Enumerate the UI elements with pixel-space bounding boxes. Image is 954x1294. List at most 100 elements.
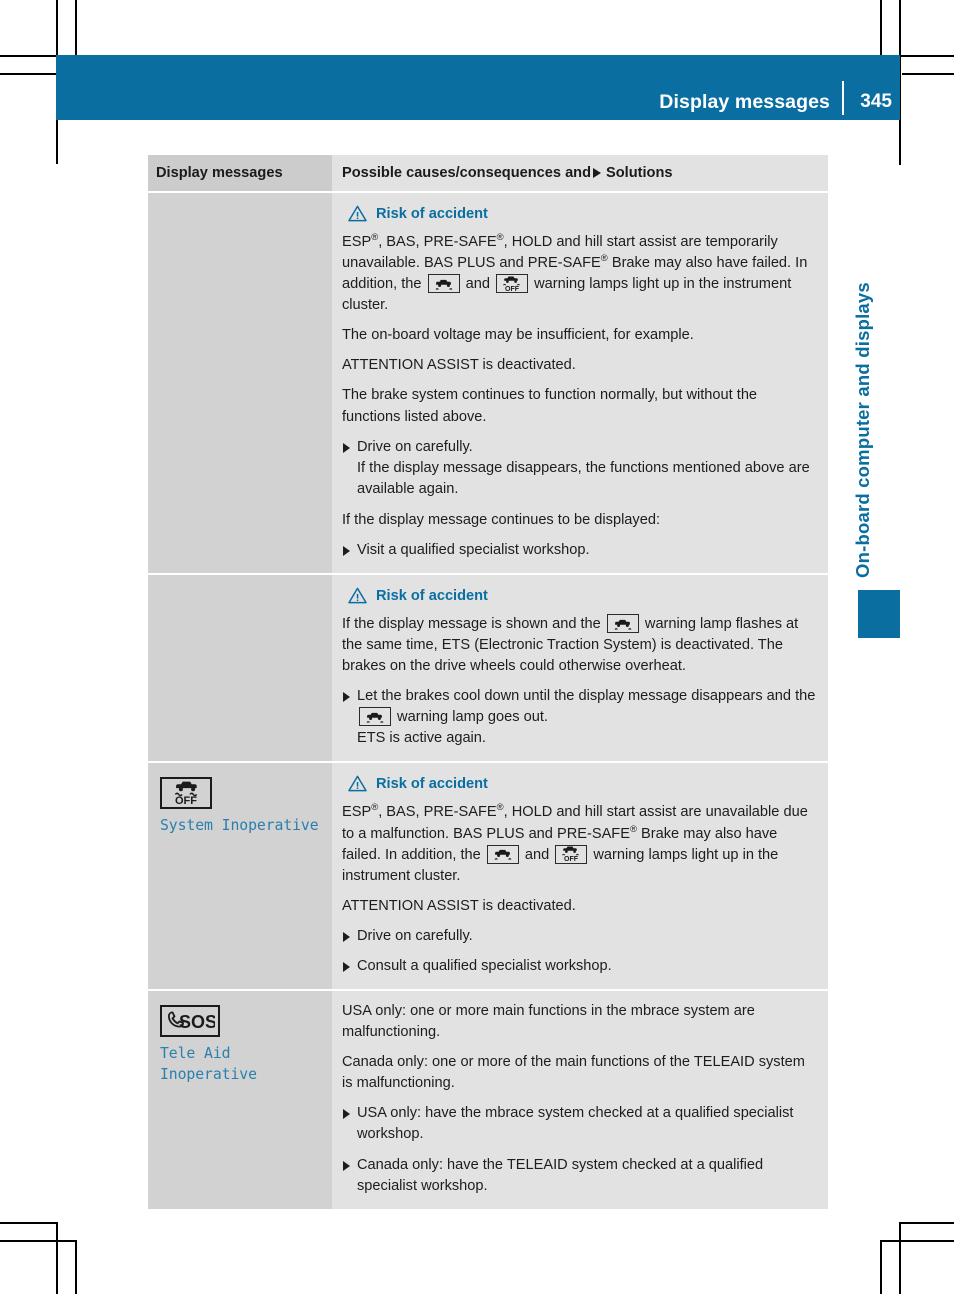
t: and <box>520 846 554 863</box>
t: If the display message is shown and the <box>342 616 605 633</box>
t: If the display message disappears, the f… <box>357 459 810 497</box>
row2-bullet-1: Let the brakes cool down until the displ… <box>342 686 818 749</box>
bullet-text: Canada only: have the TELEAID system che… <box>357 1156 764 1194</box>
row1-paragraph-2: The on-board voltage may be insufficient… <box>342 327 694 344</box>
bullet-text: Drive on carefully. <box>357 927 473 944</box>
crop-mark-bl-v2 <box>75 1240 77 1294</box>
row3-bullet-2: Consult a qualified specialist workshop. <box>342 956 818 977</box>
t: and <box>461 276 495 293</box>
registered-mark: ® <box>629 823 637 835</box>
t: , BAS, PRE-SAFE <box>378 234 497 250</box>
sos-glyph: SOS <box>168 1011 215 1032</box>
esp-off-warning-lamp-icon: OFF <box>555 844 588 864</box>
t: ESP <box>342 234 372 250</box>
table-header-cell-left: Display messages <box>148 155 332 191</box>
warning-triangle-icon <box>348 587 367 604</box>
table-row: Risk of accident ESP®, BAS, PRE-SAFE®, H… <box>148 193 828 574</box>
warning-triangle-icon <box>348 205 367 222</box>
page-title: Display messages <box>659 91 830 113</box>
crop-mark-br-h2 <box>880 1240 954 1242</box>
chapter-label: On-board computer and displays <box>852 282 873 578</box>
bullet-text: USA only: have the mbrace system checked… <box>357 1105 794 1143</box>
svg-text:OFF: OFF <box>505 286 520 292</box>
display-messages-table: Display messages Possible causes/consequ… <box>148 155 828 1209</box>
row4-bullet-1: USA only: have the mbrace system checked… <box>342 1103 818 1145</box>
t: warning lamp goes out. <box>393 709 548 726</box>
esp-off-display-icon: OFF <box>160 777 212 810</box>
bullet-text: Consult a qualified specialist workshop. <box>357 957 612 974</box>
t: ESP <box>342 804 372 821</box>
bullet-triangle-icon <box>343 1160 350 1171</box>
row2-content-cell: Risk of accident If the display message … <box>332 575 828 762</box>
crop-mark-br-h <box>900 1222 954 1224</box>
warning-heading-text: Risk of accident <box>376 205 488 222</box>
table-row: Risk of accident If the display message … <box>148 575 828 762</box>
esp-off-glyph: OFF <box>174 782 197 806</box>
crop-mark-tr-h2 <box>902 73 954 75</box>
registered-mark: ® <box>496 802 504 814</box>
warning-triangle-icon <box>348 776 367 792</box>
row4-paragraph-1: USA only: one or more main functions in … <box>342 1003 755 1041</box>
bullet-triangle-icon <box>343 1109 350 1120</box>
row3-paragraph-1: ESP®, BAS, PRE-SAFE®, HOLD and hill star… <box>342 802 818 886</box>
chapter-tab-marker <box>858 590 900 638</box>
warning-heading: Risk of accident <box>348 775 818 792</box>
t: Tele Aid <box>160 1045 231 1063</box>
column-header-causes: Possible causes/consequences and <box>342 165 592 181</box>
t: , BAS, PRE-SAFE <box>378 804 497 821</box>
row3-paragraph-2: ATTENTION ASSIST is deactivated. <box>342 897 576 914</box>
crop-mark-br-v2 <box>899 1222 901 1294</box>
crop-mark-bl-v <box>56 1222 58 1294</box>
manual-page: Display messages 345 On-board computer a… <box>0 0 954 1294</box>
row4-message-cell: SOS Tele Aid Inoperative <box>148 991 332 1209</box>
row4-display-message: Tele Aid Inoperative <box>160 1043 320 1085</box>
bullet-triangle-icon <box>343 931 350 942</box>
row4-paragraph-2: Canada only: one or more of the main fun… <box>342 1054 805 1092</box>
warning-heading-text: Risk of accident <box>376 587 488 604</box>
column-header-solutions: Solutions <box>606 165 673 181</box>
crop-mark-bl-h <box>0 1222 58 1224</box>
bullet-triangle-icon <box>343 961 350 972</box>
row1-paragraph-3: ATTENTION ASSIST is deactivated. <box>342 357 576 374</box>
row3-display-message: System Inoperative <box>160 817 319 835</box>
svg-text:OFF: OFF <box>175 795 197 806</box>
row3-bullet-1: Drive on carefully. <box>342 926 818 947</box>
esp-warning-lamp-icon <box>606 614 639 634</box>
column-header-display-messages: Display messages <box>156 165 283 181</box>
crop-mark-tl-v2 <box>75 0 77 55</box>
solutions-triangle-icon <box>593 168 602 178</box>
row2-message-cell <box>148 575 332 762</box>
crop-mark-br-v <box>880 1240 882 1294</box>
crop-mark-tl-h2 <box>0 73 58 75</box>
warning-heading: Risk of accident <box>348 205 818 222</box>
t: Inoperative <box>160 1066 257 1084</box>
crop-mark-tr-h <box>900 55 954 57</box>
row1-paragraph-4: The brake system continues to function n… <box>342 387 758 425</box>
svg-text:OFF: OFF <box>564 856 579 862</box>
t: Drive on carefully. <box>357 438 473 455</box>
bullet-text: Visit a qualified specialist workshop. <box>357 541 590 558</box>
bullet-triangle-icon <box>343 692 350 703</box>
row1-bullet-2: Visit a qualified specialist workshop. <box>342 540 818 561</box>
t: ETS is active again. <box>357 730 486 747</box>
table-header-cell-right: Possible causes/consequences and Solution… <box>332 155 828 191</box>
row1-paragraph-1: ESP®, BAS, PRE-SAFE®, HOLD and hill star… <box>342 232 818 316</box>
page-number: 345 <box>860 91 892 112</box>
table-row: SOS Tele Aid Inoperative USA only: one or… <box>148 991 828 1209</box>
row1-paragraph-5: If the display message continues to be d… <box>342 511 661 528</box>
table-row: OFF System Inoperative Risk of accident … <box>148 763 828 990</box>
row1-bullet-1: Drive on carefully. If the display messag… <box>342 437 818 500</box>
crop-mark-bl-h2 <box>0 1240 76 1242</box>
row4-bullet-2: Canada only: have the TELEAID system che… <box>342 1155 818 1197</box>
bullet-text: Drive on carefully. If the display messag… <box>357 437 818 500</box>
page-header-band: Display messages 345 <box>56 55 900 120</box>
esp-warning-lamp-icon <box>359 707 391 727</box>
svg-text:SOS: SOS <box>179 1012 215 1032</box>
registered-mark: ® <box>600 253 608 265</box>
table-header-row: Display messages Possible causes/consequ… <box>148 155 828 191</box>
bullet-triangle-icon <box>343 442 350 453</box>
registered-mark: ® <box>496 232 504 244</box>
warning-heading: Risk of accident <box>348 587 818 604</box>
row4-content-cell: USA only: one or more main functions in … <box>332 991 828 1209</box>
t: Let the brakes cool down until the displ… <box>357 688 816 705</box>
